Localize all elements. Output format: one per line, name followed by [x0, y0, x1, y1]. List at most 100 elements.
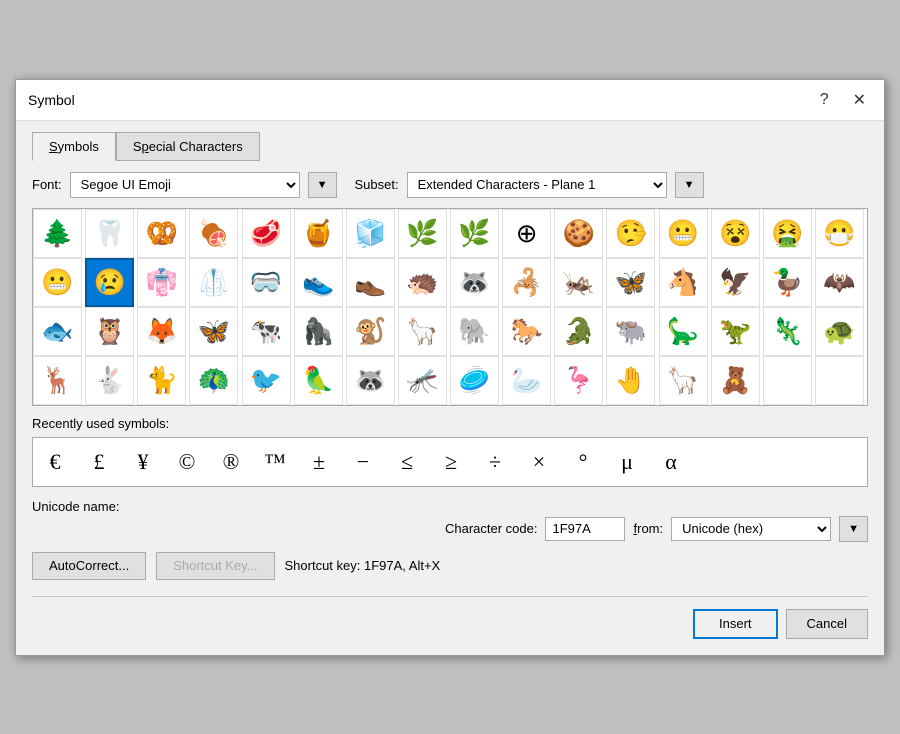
insert-button[interactable]: Insert	[693, 609, 778, 639]
tab-symbols[interactable]: Symbols	[32, 132, 116, 161]
symbol-cell[interactable]: 🌿	[398, 209, 447, 258]
symbol-cell[interactable]	[815, 356, 864, 405]
recent-char[interactable]: ±	[305, 449, 333, 475]
symbol-cell[interactable]: 🥽	[242, 258, 291, 307]
symbol-cell[interactable]: 😬	[659, 209, 708, 258]
char-code-label: Character code:	[445, 521, 538, 536]
symbol-cell[interactable]: 🦢	[502, 356, 551, 405]
symbol-cell[interactable]: 🍯	[294, 209, 343, 258]
font-dropdown-btn[interactable]: ▼	[308, 172, 337, 198]
font-select[interactable]: Segoe UI Emoji	[70, 172, 300, 198]
symbol-cell[interactable]: 😵	[711, 209, 760, 258]
recent-char[interactable]: ®	[217, 449, 245, 475]
symbol-cell[interactable]: 🐴	[659, 258, 708, 307]
symbol-cell[interactable]: 🐇	[85, 356, 134, 405]
shortcut-key-button[interactable]: Shortcut Key...	[156, 552, 274, 580]
subset-dropdown-btn[interactable]: ▼	[675, 172, 704, 198]
recent-char[interactable]: α	[657, 449, 685, 475]
symbol-cell[interactable]: 🍪	[554, 209, 603, 258]
recent-char[interactable]: ¥	[129, 449, 157, 475]
recent-char[interactable]: ©	[173, 449, 201, 475]
symbol-cell[interactable]: 🦙	[398, 307, 447, 356]
symbol-cell[interactable]: 🐘	[450, 307, 499, 356]
cancel-button[interactable]: Cancel	[786, 609, 868, 639]
from-label: from:	[633, 521, 663, 536]
symbol-cell[interactable]: 🦆	[763, 258, 812, 307]
symbol-cell[interactable]: 👘	[137, 258, 186, 307]
dialog-content: Symbols Special Characters Font: Segoe U…	[16, 121, 884, 655]
recent-char[interactable]: ™	[261, 449, 289, 475]
symbol-cell[interactable]: 🥏	[450, 356, 499, 405]
symbol-cell[interactable]: 🐄	[242, 307, 291, 356]
recent-char[interactable]: €	[41, 449, 69, 475]
symbol-cell[interactable]: 🦝	[450, 258, 499, 307]
symbol-cell[interactable]: 🦋	[189, 307, 238, 356]
symbol-cell[interactable]: 🤚	[606, 356, 655, 405]
recent-char[interactable]: ≤	[393, 449, 421, 475]
symbol-cell[interactable]: 🦜	[294, 356, 343, 405]
from-dropdown-btn[interactable]: ▼	[839, 516, 868, 542]
symbol-cell[interactable]: 😬	[33, 258, 82, 307]
symbol-cell[interactable]: ⊕	[502, 209, 551, 258]
subset-label: Subset:	[355, 177, 399, 192]
recent-char[interactable]: ÷	[481, 449, 509, 475]
symbol-cell[interactable]: 😷	[815, 209, 864, 258]
symbol-cell[interactable]: 🥨	[137, 209, 186, 258]
symbol-cell[interactable]: 🐒	[346, 307, 395, 356]
help-button[interactable]: ?	[814, 89, 835, 111]
symbol-cell[interactable]: 🦍	[294, 307, 343, 356]
symbol-cell[interactable]: 🦗	[554, 258, 603, 307]
symbol-dialog: Symbol ? ✕ Symbols Special Characters Fo…	[15, 79, 885, 656]
symbol-cell[interactable]: 🦎	[763, 307, 812, 356]
symbol-cell[interactable]: 🐦	[242, 356, 291, 405]
symbol-cell[interactable]: 🐢	[815, 307, 864, 356]
symbol-cell[interactable]: 🍖	[189, 209, 238, 258]
symbol-cell[interactable]: 🦕	[659, 307, 708, 356]
symbol-cell[interactable]: 🦝	[346, 356, 395, 405]
symbol-cell[interactable]	[763, 356, 812, 405]
recent-char[interactable]: ×	[525, 449, 553, 475]
close-button[interactable]: ✕	[847, 88, 872, 112]
char-code-input[interactable]: 1F97A	[545, 517, 625, 541]
symbol-cell[interactable]: 🦟	[398, 356, 447, 405]
symbol-cell[interactable]: 🤮	[763, 209, 812, 258]
from-select[interactable]: Unicode (hex)	[671, 517, 831, 541]
recent-char[interactable]: °	[569, 449, 597, 475]
symbol-cell[interactable]: 🦉	[85, 307, 134, 356]
symbol-cell[interactable]: 🦩	[554, 356, 603, 405]
recent-char[interactable]: £	[85, 449, 113, 475]
symbol-cell[interactable]: 🥩	[242, 209, 291, 258]
subset-select[interactable]: Extended Characters - Plane 1	[407, 172, 667, 198]
symbol-cell[interactable]: 😢	[85, 258, 134, 307]
symbol-cell[interactable]: 🐟	[33, 307, 82, 356]
symbol-cell[interactable]: 🦙	[659, 356, 708, 405]
symbol-cell[interactable]: 🦊	[137, 307, 186, 356]
symbol-cell[interactable]: 🤥	[606, 209, 655, 258]
symbol-cell[interactable]: 🐎	[502, 307, 551, 356]
symbol-cell[interactable]: 👟	[294, 258, 343, 307]
symbol-cell[interactable]: 🦋	[606, 258, 655, 307]
symbol-cell[interactable]: 🦇	[815, 258, 864, 307]
symbol-cell[interactable]: 👞	[346, 258, 395, 307]
symbol-cell[interactable]: 🐈	[137, 356, 186, 405]
symbol-cell[interactable]: 🦂	[502, 258, 551, 307]
symbol-grid-wrapper: 🌲🦷🥨🍖🥩🍯🧊🌿🌿⊕🍪🤥😬😵🤮😷😬😢👘🥼🥽👟👞🦔🦝🦂🦗🦋🐴🦅🦆🦇🐟🦉🦊🦋🐄🦍🐒🦙…	[32, 208, 868, 406]
symbol-cell[interactable]: 🦅	[711, 258, 760, 307]
symbol-cell[interactable]: 🦔	[398, 258, 447, 307]
symbol-cell[interactable]: 🧸	[711, 356, 760, 405]
recent-char[interactable]: μ	[613, 449, 641, 475]
symbol-cell[interactable]: 🌲	[33, 209, 82, 258]
symbol-cell[interactable]: 🦌	[33, 356, 82, 405]
recent-char[interactable]: ≥	[437, 449, 465, 475]
symbol-cell[interactable]: 🐊	[554, 307, 603, 356]
autocorrect-button[interactable]: AutoCorrect...	[32, 552, 146, 580]
symbol-cell[interactable]: 🧊	[346, 209, 395, 258]
symbol-cell[interactable]: 🦚	[189, 356, 238, 405]
tab-special-characters[interactable]: Special Characters	[116, 132, 260, 161]
symbol-cell[interactable]: 🐃	[606, 307, 655, 356]
symbol-cell[interactable]: 🦷	[85, 209, 134, 258]
symbol-cell[interactable]: 🥼	[189, 258, 238, 307]
recent-char[interactable]: −	[349, 449, 377, 475]
symbol-cell[interactable]: 🦖	[711, 307, 760, 356]
symbol-cell[interactable]: 🌿	[450, 209, 499, 258]
